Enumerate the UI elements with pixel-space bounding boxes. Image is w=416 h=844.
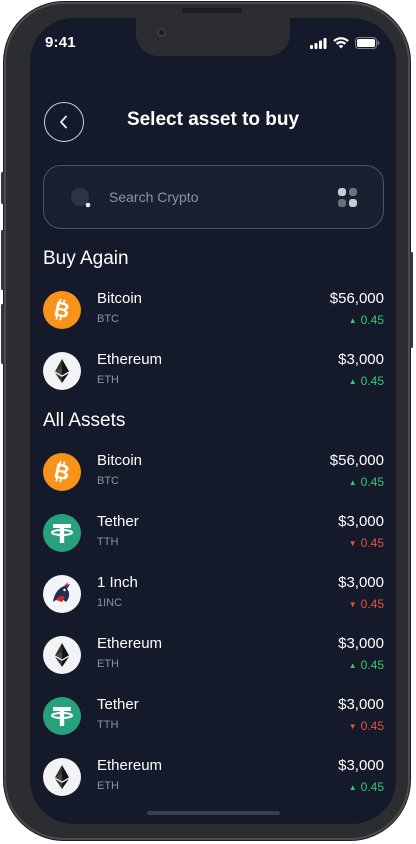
section-title-buy-again: Buy Again (43, 248, 129, 269)
asset-name: Bitcoin (97, 290, 143, 307)
asset-change: ▲ 0.45 (349, 313, 384, 327)
status-time: 9:41 (45, 34, 76, 51)
triangle-up-icon: ▲ (348, 316, 357, 325)
asset-row-tether[interactable]: Tether TTH $3,000 ▼ 0.45 (43, 511, 384, 555)
asset-row-bitcoin[interactable]: B Bitcoin BTC $56,000 ▲ 0.45 (43, 288, 384, 332)
asset-change: ▲ 0.45 (349, 475, 384, 489)
asset-row-bitcoin[interactable]: B Bitcoin BTC $56,000 ▲ 0.45 (43, 450, 384, 494)
asset-symbol: ETH (97, 658, 119, 670)
asset-name: Ethereum (97, 351, 163, 368)
asset-symbol: BTC (97, 475, 119, 487)
tether-icon (43, 697, 81, 735)
power-button (410, 252, 413, 348)
asset-row-ethereum[interactable]: Ethereum ETH $3,000 ▲ 0.45 (43, 349, 384, 393)
asset-name: Tether (97, 696, 139, 713)
asset-row-tether[interactable]: Tether TTH $3,000 ▼ 0.45 (43, 694, 384, 738)
triangle-down-icon: ▼ (348, 722, 357, 731)
asset-name: Tether (97, 513, 139, 530)
phone-frame: 9:41 Select asset to buy Search Crypto B… (1, 2, 413, 840)
triangle-up-icon: ▲ (348, 661, 357, 670)
asset-symbol: ETH (97, 780, 119, 792)
asset-name: Bitcoin (97, 452, 143, 469)
tether-icon (43, 514, 81, 552)
bitcoin-icon: B (43, 291, 81, 329)
asset-price: $56,000 (329, 290, 384, 307)
asset-symbol: TTH (97, 536, 119, 548)
asset-change-value: 0.45 (360, 597, 384, 611)
asset-change: ▼ 0.45 (349, 536, 384, 550)
asset-name: 1 Inch (97, 574, 138, 591)
asset-symbol: 1INC (97, 597, 123, 609)
camera-icon (157, 28, 166, 37)
search-bar[interactable] (43, 165, 384, 229)
speaker-grille (182, 8, 242, 13)
asset-row-ethereum[interactable]: Ethereum ETH $3,000 ▲ 0.45 (43, 633, 384, 677)
search-icon (71, 188, 91, 208)
asset-change: ▲ 0.45 (349, 374, 384, 388)
asset-price: $3,000 (338, 757, 384, 774)
triangle-up-icon: ▲ (348, 783, 357, 792)
asset-change-value: 0.45 (360, 719, 384, 733)
asset-price: $3,000 (338, 696, 384, 713)
asset-symbol: BTC (97, 313, 119, 325)
battery-icon (355, 37, 380, 49)
volume-up-button (1, 230, 4, 290)
asset-change-value: 0.45 (360, 313, 384, 327)
asset-price: $56,000 (329, 452, 384, 469)
search-input[interactable] (109, 185, 309, 209)
asset-change: ▼ 0.45 (349, 597, 384, 611)
mute-switch (1, 172, 4, 204)
status-icons (310, 37, 380, 49)
ethereum-icon (43, 636, 81, 674)
asset-name: Ethereum (97, 757, 163, 774)
asset-price: $3,000 (338, 574, 384, 591)
asset-change-value: 0.45 (360, 780, 384, 794)
asset-change: ▼ 0.45 (349, 719, 384, 733)
filter-grid-icon[interactable] (338, 188, 358, 208)
asset-change-value: 0.45 (360, 374, 384, 388)
asset-price: $3,000 (338, 635, 384, 652)
ethereum-icon (43, 352, 81, 390)
asset-change-value: 0.45 (360, 658, 384, 672)
bitcoin-icon: B (43, 453, 81, 491)
notch (136, 18, 290, 56)
asset-change: ▲ 0.45 (349, 780, 384, 794)
page-title: Select asset to buy (126, 109, 300, 130)
asset-change-value: 0.45 (360, 536, 384, 550)
asset-row-1-inch[interactable]: 1 Inch 1INC $3,000 ▼ 0.45 (43, 572, 384, 616)
asset-name: Ethereum (97, 635, 163, 652)
volume-down-button (1, 304, 4, 364)
asset-row-ethereum[interactable]: Ethereum ETH $3,000 ▲ 0.45 (43, 755, 384, 799)
asset-change: ▲ 0.45 (349, 658, 384, 672)
section-title-all-assets: All Assets (43, 410, 126, 431)
triangle-up-icon: ▲ (348, 478, 357, 487)
asset-symbol: ETH (97, 374, 119, 386)
screen: 9:41 Select asset to buy Search Crypto B… (30, 18, 396, 824)
asset-symbol: TTH (97, 719, 119, 731)
cellular-signal-icon (310, 37, 327, 49)
ethereum-icon (43, 758, 81, 796)
asset-price: $3,000 (338, 513, 384, 530)
wifi-icon (333, 37, 349, 49)
triangle-down-icon: ▼ (348, 600, 357, 609)
triangle-down-icon: ▼ (348, 539, 357, 548)
home-indicator (147, 811, 280, 815)
asset-change-value: 0.45 (360, 475, 384, 489)
triangle-up-icon: ▲ (348, 377, 357, 386)
asset-price: $3,000 (338, 351, 384, 368)
1inch-icon (43, 575, 81, 613)
